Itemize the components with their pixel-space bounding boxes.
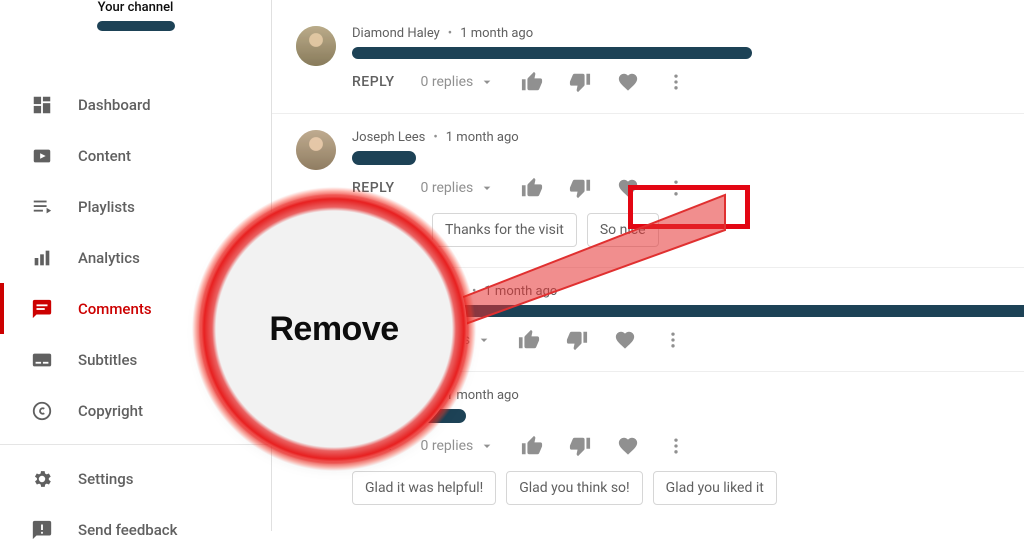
- comment-author[interactable]: Diamond Haley: [352, 26, 440, 41]
- playlists-icon: [30, 195, 54, 219]
- sidebar-item-dashboard[interactable]: Dashboard: [0, 79, 271, 130]
- replies-count-label: 0 replies: [421, 438, 474, 454]
- comments-icon: [30, 297, 54, 321]
- quick-reply-chip[interactable]: Glad it was helpful!: [352, 471, 496, 505]
- more-options-button[interactable]: [665, 435, 687, 457]
- replies-count[interactable]: 0 replies: [421, 74, 496, 90]
- like-button[interactable]: [521, 177, 543, 199]
- like-button[interactable]: [518, 329, 540, 351]
- avatar[interactable]: [296, 130, 336, 170]
- replies-count-label: 0 replies: [421, 180, 474, 196]
- annotation-magnifier: Remove: [205, 200, 463, 458]
- separator-dot: •: [433, 130, 437, 145]
- sidebar-item-playlists[interactable]: Playlists: [0, 181, 271, 232]
- chevron-down-icon: [479, 74, 495, 90]
- sidebar-item-label: Comments: [78, 300, 152, 318]
- heart-button[interactable]: [617, 177, 639, 199]
- comment-actions: REPLY 0 replies: [352, 435, 1000, 457]
- channel-name-redacted: [97, 21, 175, 31]
- comment-time: 1 month ago: [484, 284, 557, 299]
- quick-reply-chip[interactable]: Thanks for the visit: [432, 213, 577, 247]
- sidebar-item-label: Send feedback: [78, 521, 177, 539]
- sidebar-item-label: Subtitles: [78, 351, 137, 369]
- sidebar-item-label: Analytics: [78, 249, 140, 267]
- chevron-down-icon: [479, 180, 495, 196]
- sidebar-item-label: Settings: [78, 470, 134, 488]
- nav-separator: [0, 444, 271, 445]
- comment-actions: REPLY 0 replies: [352, 177, 1000, 199]
- sidebar-item-content[interactable]: Content: [0, 130, 271, 181]
- dislike-button[interactable]: [569, 435, 591, 457]
- quick-reply-chip[interactable]: Glad you liked it: [653, 471, 777, 505]
- replies-count[interactable]: 0 replies: [421, 438, 496, 454]
- settings-icon: [30, 467, 54, 491]
- replies-count-label: 0 replies: [421, 74, 474, 90]
- chevron-down-icon: [476, 332, 492, 348]
- dislike-button[interactable]: [569, 71, 591, 93]
- quick-reply-chips: Thanks for the visit So nice: [432, 213, 1000, 247]
- sidebar-item-label: Dashboard: [78, 96, 151, 114]
- quick-reply-chip[interactable]: So nice: [587, 213, 659, 247]
- separator-dot: •: [448, 26, 452, 41]
- comment-time: 1 month ago: [446, 130, 519, 145]
- channel-header: Your channel: [0, 0, 271, 45]
- like-button[interactable]: [521, 435, 543, 457]
- replies-count[interactable]: 0 replies: [421, 180, 496, 196]
- comment-actions: REPLY 0 replies: [352, 71, 1000, 93]
- heart-button[interactable]: [614, 329, 636, 351]
- subtitles-icon: [30, 348, 54, 372]
- dislike-button[interactable]: [569, 177, 591, 199]
- avatar[interactable]: [296, 26, 336, 66]
- more-options-button[interactable]: [665, 177, 687, 199]
- sidebar-item-label: Content: [78, 147, 131, 165]
- feedback-icon: [30, 518, 54, 542]
- chevron-down-icon: [479, 438, 495, 454]
- dislike-button[interactable]: [566, 329, 588, 351]
- more-options-button[interactable]: [662, 329, 684, 351]
- content-icon: [30, 144, 54, 168]
- comment-item: Diamond Haley • 1 month ago REPLY 0 repl…: [272, 0, 1024, 114]
- annotation-label: Remove: [269, 310, 398, 349]
- quick-reply-chip[interactable]: Glad you think so!: [506, 471, 642, 505]
- like-button[interactable]: [521, 71, 543, 93]
- comment-text-redacted: [412, 305, 1024, 317]
- comment-text-redacted: [352, 151, 416, 165]
- reply-button[interactable]: REPLY: [352, 74, 395, 90]
- sidebar-item-label: Copyright: [78, 402, 143, 420]
- comment-text-redacted: [352, 47, 752, 59]
- heart-button[interactable]: [617, 435, 639, 457]
- sidebar-item-settings[interactable]: Settings: [0, 453, 271, 504]
- sidebar-item-label: Playlists: [78, 198, 135, 216]
- heart-button[interactable]: [617, 71, 639, 93]
- sidebar-item-feedback[interactable]: Send feedback: [0, 504, 271, 555]
- comment-author[interactable]: Joseph Lees: [352, 130, 425, 145]
- dashboard-icon: [30, 93, 54, 117]
- channel-title: Your channel: [0, 0, 271, 15]
- analytics-icon: [30, 246, 54, 270]
- quick-reply-chips: Glad it was helpful! Glad you think so! …: [352, 471, 1000, 505]
- comment-time: 1 month ago: [460, 26, 533, 41]
- more-options-button[interactable]: [665, 71, 687, 93]
- copyright-icon: [30, 399, 54, 423]
